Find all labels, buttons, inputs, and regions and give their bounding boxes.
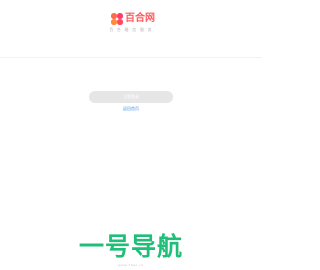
footer-brand[interactable]: 一号导航: [0, 232, 262, 262]
login-button[interactable]: 立即登录: [89, 91, 173, 103]
flower-logo-icon: [111, 13, 123, 25]
brand-header: 百合网 百 合 婚 恋 服 务: [0, 12, 262, 42]
footer-note: www.1hao.cn: [118, 263, 144, 267]
header-divider: [0, 57, 262, 58]
page: 百合网 百 合 婚 恋 服 务 立即登录 返回首页 一号导航 www.1hao.…: [0, 0, 262, 270]
logo[interactable]: 百合网: [111, 12, 155, 26]
logo-text: 百合网: [125, 13, 155, 24]
tagline: 百 合 婚 恋 服 务: [109, 27, 153, 32]
home-link[interactable]: 返回首页: [0, 106, 262, 112]
